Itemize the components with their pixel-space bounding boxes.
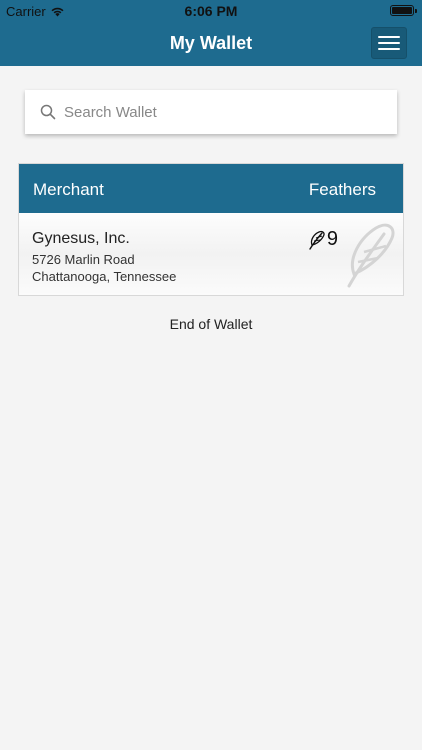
page-title: My Wallet bbox=[169, 33, 253, 53]
search-bar[interactable] bbox=[25, 90, 397, 134]
table-header: Merchant Feathers bbox=[19, 164, 403, 213]
column-header-feathers: Feathers bbox=[308, 180, 376, 199]
nav-bar: My Wallet bbox=[0, 22, 422, 66]
search-icon bbox=[40, 104, 56, 120]
status-time: 6:06 PM bbox=[184, 3, 238, 19]
end-of-wallet-label: End of Wallet bbox=[169, 316, 253, 332]
merchant-address-line1: 5726 Marlin Road bbox=[32, 252, 135, 267]
table-row[interactable]: Gynesus, Inc. 5726 Marlin Road Chattanoo… bbox=[19, 213, 403, 295]
column-header-merchant: Merchant bbox=[33, 180, 104, 199]
merchant-name: Gynesus, Inc. bbox=[32, 230, 130, 247]
merchant-address-line2: Chattanooga, Tennessee bbox=[32, 269, 177, 284]
status-bar: Carrier 6:06 PM bbox=[0, 0, 422, 22]
feather-watermark-icon bbox=[347, 223, 395, 288]
feather-icon bbox=[309, 230, 325, 250]
feathers-count: 9 bbox=[308, 228, 338, 251]
feathers-value: 9 bbox=[326, 228, 338, 250]
hamburger-menu-icon[interactable] bbox=[371, 27, 407, 59]
battery-icon bbox=[390, 5, 417, 16]
search-input[interactable] bbox=[64, 103, 364, 121]
wallet-table: Merchant Feathers Gynesus, Inc. 5726 Mar… bbox=[18, 163, 404, 296]
